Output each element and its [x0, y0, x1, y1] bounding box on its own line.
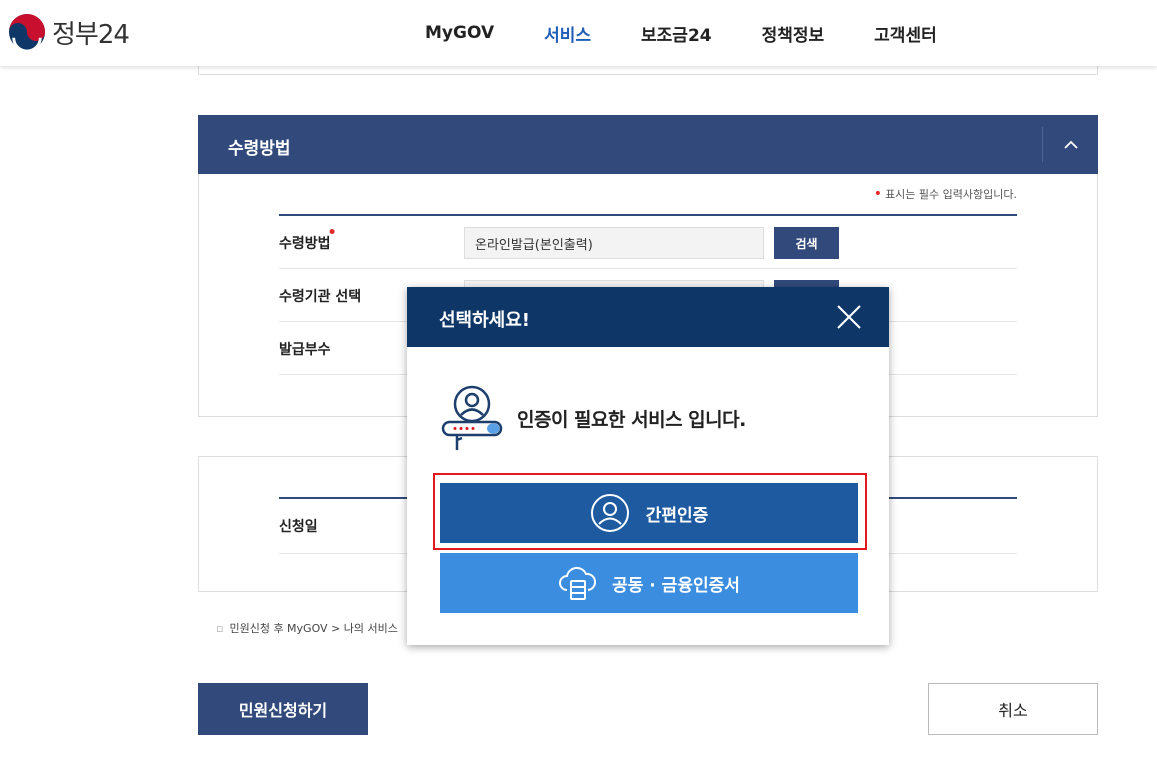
nav-item-mygov[interactable]: MyGOV — [425, 23, 494, 43]
modal-header: 선택하세요! — [407, 287, 889, 347]
site-logo[interactable]: 정부24 — [8, 12, 130, 52]
modal-title: 선택하세요! — [439, 310, 531, 331]
collapse-toggle[interactable] — [1042, 127, 1098, 162]
auth-select-modal: 선택하세요! 인증이 필요한 서비스 입니다. 간편인증 공동 · 금융인증서 — [407, 287, 889, 645]
logo-text: 정부24 — [52, 19, 130, 50]
cloud-certificate-icon — [559, 566, 597, 600]
chevron-up-icon — [1063, 140, 1078, 149]
bullet-icon: ▫ — [216, 622, 224, 635]
certificate-auth-label: 공동 · 금융인증서 — [612, 575, 740, 596]
nav-item-subsidy24[interactable]: 보조금24 — [641, 21, 712, 46]
required-dot-icon: • — [873, 186, 883, 202]
required-dot-icon: • — [327, 225, 337, 241]
cancel-button[interactable]: 취소 — [928, 683, 1098, 735]
modal-message-row: 인증이 필요한 서비스 입니다. — [441, 382, 746, 454]
receipt-method-input[interactable]: 온라인발급(본인출력) — [464, 227, 764, 259]
form-label: 수령기관 선택 — [279, 289, 362, 305]
nav-item-customer-center[interactable]: 고객센터 — [874, 21, 937, 46]
form-label: 신청일 — [279, 519, 318, 535]
notice-text: ▫ 민원신청 후 MyGOV > 나의 서비스 — [216, 622, 398, 635]
simple-auth-button[interactable]: 간편인증 — [440, 483, 858, 543]
user-auth-icon — [441, 385, 503, 450]
close-icon[interactable] — [835, 303, 863, 331]
site-header: 정부24 MyGOV 서비스 보조금24 정책정보 고객센터 — [0, 0, 1157, 66]
form-row: 수령방법 • 온라인발급(본인출력) 검색 — [279, 216, 1017, 269]
nav-item-service[interactable]: 서비스 — [544, 21, 591, 46]
required-note: • 표시는 필수 입력사항입니다. — [873, 186, 1017, 202]
nav-item-policy[interactable]: 정책정보 — [762, 21, 825, 46]
taegeuk-logo-icon — [8, 13, 46, 51]
user-circle-icon — [590, 494, 629, 532]
main-nav: MyGOV 서비스 보조금24 정책정보 고객센터 — [400, 0, 962, 66]
apply-button[interactable]: 민원신청하기 — [198, 683, 368, 735]
modal-message: 인증이 필요한 서비스 입니다. — [517, 408, 746, 431]
certificate-auth-button[interactable]: 공동 · 금융인증서 — [440, 553, 858, 613]
form-label: 수령방법 • — [279, 225, 337, 252]
search-button[interactable]: 검색 — [774, 227, 839, 259]
section-title: 수령방법 — [228, 139, 291, 159]
simple-auth-label: 간편인증 — [645, 505, 709, 526]
section-receipt-header: 수령방법 — [198, 115, 1098, 174]
form-label: 발급부수 — [279, 342, 331, 358]
